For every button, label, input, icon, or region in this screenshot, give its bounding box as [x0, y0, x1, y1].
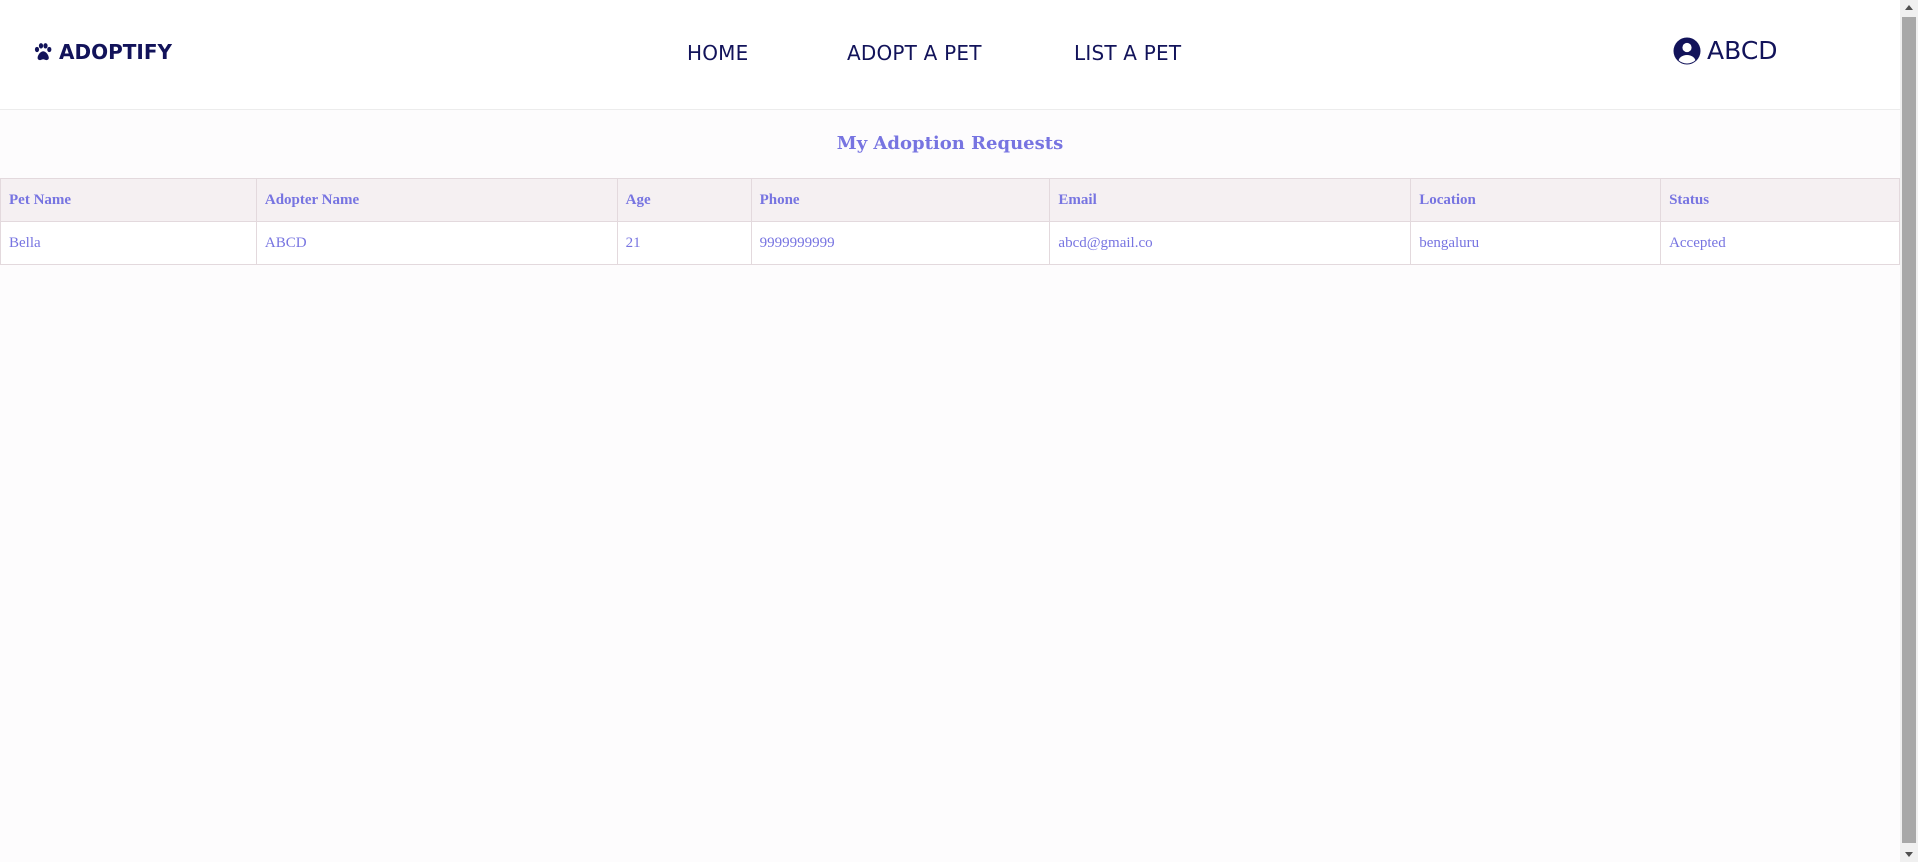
header-status: Status: [1660, 178, 1900, 222]
cell-age: 21: [616, 221, 752, 265]
header-email: Email: [1049, 178, 1412, 222]
nav-adopt-a-pet-link[interactable]: ADOPT A PET: [847, 41, 982, 65]
nav-list-a-pet-link[interactable]: LIST A PET: [1074, 41, 1181, 65]
header-age: Age: [616, 178, 752, 222]
page: ADOPTIFY HOME ADOPT A PET LIST A PET ABC…: [0, 0, 1900, 862]
adoption-requests-table: Pet Name Adopter Name Age Phone Email Lo…: [0, 178, 1900, 265]
user-circle-icon: [1673, 37, 1701, 64]
header-adopter-name: Adopter Name: [255, 178, 618, 222]
scrollbar-thumb[interactable]: [1902, 17, 1916, 843]
triangle-down-icon[interactable]: [1900, 845, 1918, 862]
navbar: ADOPTIFY HOME ADOPT A PET LIST A PET ABC…: [0, 0, 1900, 110]
header-location: Location: [1410, 178, 1662, 222]
brand-logo[interactable]: ADOPTIFY: [33, 40, 172, 64]
cell-phone: 9999999999: [750, 221, 1051, 265]
nav-home-link[interactable]: HOME: [687, 41, 748, 65]
cell-adopter-name: ABCD: [255, 221, 618, 265]
table-row: Bella ABCD 21 9999999999 abcd@gmail.co b…: [0, 221, 1900, 265]
user-name: ABCD: [1707, 36, 1778, 65]
cell-status: Accepted: [1660, 221, 1900, 265]
brand-name: ADOPTIFY: [59, 40, 172, 64]
vertical-scrollbar[interactable]: [1900, 0, 1918, 862]
header-phone: Phone: [750, 178, 1051, 222]
table-header-row: Pet Name Adopter Name Age Phone Email Lo…: [0, 178, 1900, 222]
paw-icon: [34, 43, 52, 61]
cell-pet-name: Bella: [0, 221, 257, 265]
cell-location: bengaluru: [1410, 221, 1662, 265]
triangle-up-icon[interactable]: [1900, 0, 1918, 17]
user-menu[interactable]: ABCD: [1673, 36, 1778, 65]
cell-email: abcd@gmail.co: [1049, 221, 1412, 265]
header-pet-name: Pet Name: [0, 178, 257, 222]
page-title: My Adoption Requests: [836, 133, 1064, 154]
